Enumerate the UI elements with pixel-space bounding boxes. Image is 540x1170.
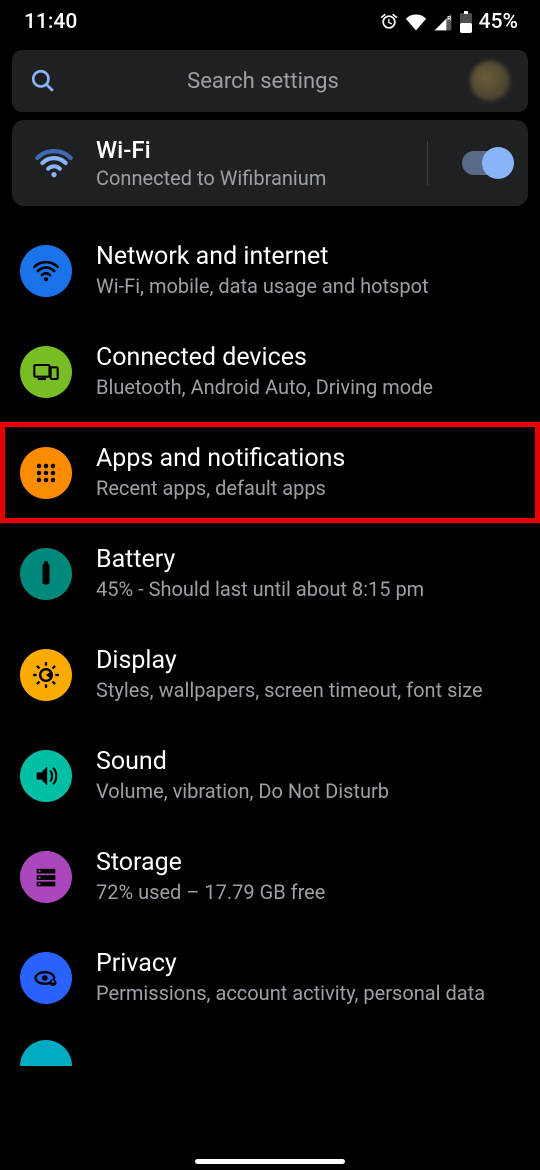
wifi-card-title: Wi-Fi <box>96 136 393 164</box>
item-texts: DisplayStyles, wallpapers, screen timeou… <box>96 646 520 703</box>
privacy-icon <box>20 952 72 1004</box>
wifi-card-divider <box>427 141 428 185</box>
signal-icon: R <box>433 12 453 32</box>
item-subtitle: Recent apps, default apps <box>96 475 520 501</box>
battery-status-icon <box>459 11 473 33</box>
settings-item-battery[interactable]: Battery45% - Should last until about 8:1… <box>0 523 540 624</box>
profile-avatar[interactable] <box>470 61 510 101</box>
item-subtitle: Permissions, account activity, personal … <box>96 980 520 1006</box>
wifi-quick-card[interactable]: Wi-Fi Connected to Wifibranium <box>12 120 528 206</box>
search-icon <box>30 68 56 94</box>
item-texts: PrivacyPermissions, account activity, pe… <box>96 949 520 1006</box>
item-title: Sound <box>96 747 520 776</box>
item-subtitle: Wi-Fi, mobile, data usage and hotspot <box>96 273 520 299</box>
item-texts: Storage72% used – 17.79 GB free <box>96 848 520 905</box>
item-title: Privacy <box>96 949 520 978</box>
brightness-icon <box>20 649 72 701</box>
settings-item-sound[interactable]: SoundVolume, vibration, Do Not Disturb <box>0 725 540 826</box>
item-texts: Connected devicesBluetooth, Android Auto… <box>96 343 520 400</box>
settings-item-apps-and-notifications[interactable]: Apps and notificationsRecent apps, defau… <box>0 422 540 523</box>
status-time: 11:40 <box>24 10 77 34</box>
item-title: Network and internet <box>96 242 520 271</box>
wifi-icon <box>20 245 72 297</box>
storage-icon <box>20 851 72 903</box>
wifi-card-texts: Wi-Fi Connected to Wifibranium <box>96 136 393 190</box>
item-subtitle: Volume, vibration, Do Not Disturb <box>96 778 520 804</box>
settings-item-network-and-internet[interactable]: Network and internetWi-Fi, mobile, data … <box>0 220 540 321</box>
sound-icon <box>20 750 72 802</box>
partial-item[interactable] <box>0 1028 540 1066</box>
alarm-icon <box>379 12 399 32</box>
wifi-status-icon <box>405 12 427 32</box>
item-texts: Apps and notificationsRecent apps, defau… <box>96 444 520 501</box>
status-icons: R 45% <box>379 10 518 34</box>
wifi-icon <box>30 139 78 187</box>
item-title: Connected devices <box>96 343 520 372</box>
settings-item-connected-devices[interactable]: Connected devicesBluetooth, Android Auto… <box>0 321 540 422</box>
item-title: Battery <box>96 545 520 574</box>
svg-text:R: R <box>447 14 452 22</box>
settings-item-storage[interactable]: Storage72% used – 17.79 GB free <box>0 826 540 927</box>
settings-list: Network and internetWi-Fi, mobile, data … <box>0 220 540 1028</box>
settings-item-display[interactable]: DisplayStyles, wallpapers, screen timeou… <box>0 624 540 725</box>
item-title: Storage <box>96 848 520 877</box>
item-subtitle: Bluetooth, Android Auto, Driving mode <box>96 374 520 400</box>
item-subtitle: 45% - Should last until about 8:15 pm <box>96 576 520 602</box>
battery-icon <box>20 548 72 600</box>
nav-bar-handle[interactable] <box>195 1159 345 1164</box>
status-bar: 11:40 R 45% <box>0 0 540 42</box>
item-subtitle: 72% used – 17.79 GB free <box>96 879 520 905</box>
devices-icon <box>20 346 72 398</box>
wifi-card-subtitle: Connected to Wifibranium <box>96 166 393 190</box>
location-icon <box>20 1040 72 1066</box>
apps-icon <box>20 447 72 499</box>
battery-percentage: 45% <box>479 10 518 34</box>
item-title: Apps and notifications <box>96 444 520 473</box>
wifi-toggle[interactable] <box>462 151 510 175</box>
item-texts: Network and internetWi-Fi, mobile, data … <box>96 242 520 299</box>
search-bar[interactable]: Search settings <box>12 50 528 112</box>
item-title: Display <box>96 646 520 675</box>
item-texts: Battery45% - Should last until about 8:1… <box>96 545 520 602</box>
settings-item-privacy[interactable]: PrivacyPermissions, account activity, pe… <box>0 927 540 1028</box>
item-subtitle: Styles, wallpapers, screen timeout, font… <box>96 677 520 703</box>
search-placeholder: Search settings <box>56 69 470 94</box>
item-texts: SoundVolume, vibration, Do Not Disturb <box>96 747 520 804</box>
